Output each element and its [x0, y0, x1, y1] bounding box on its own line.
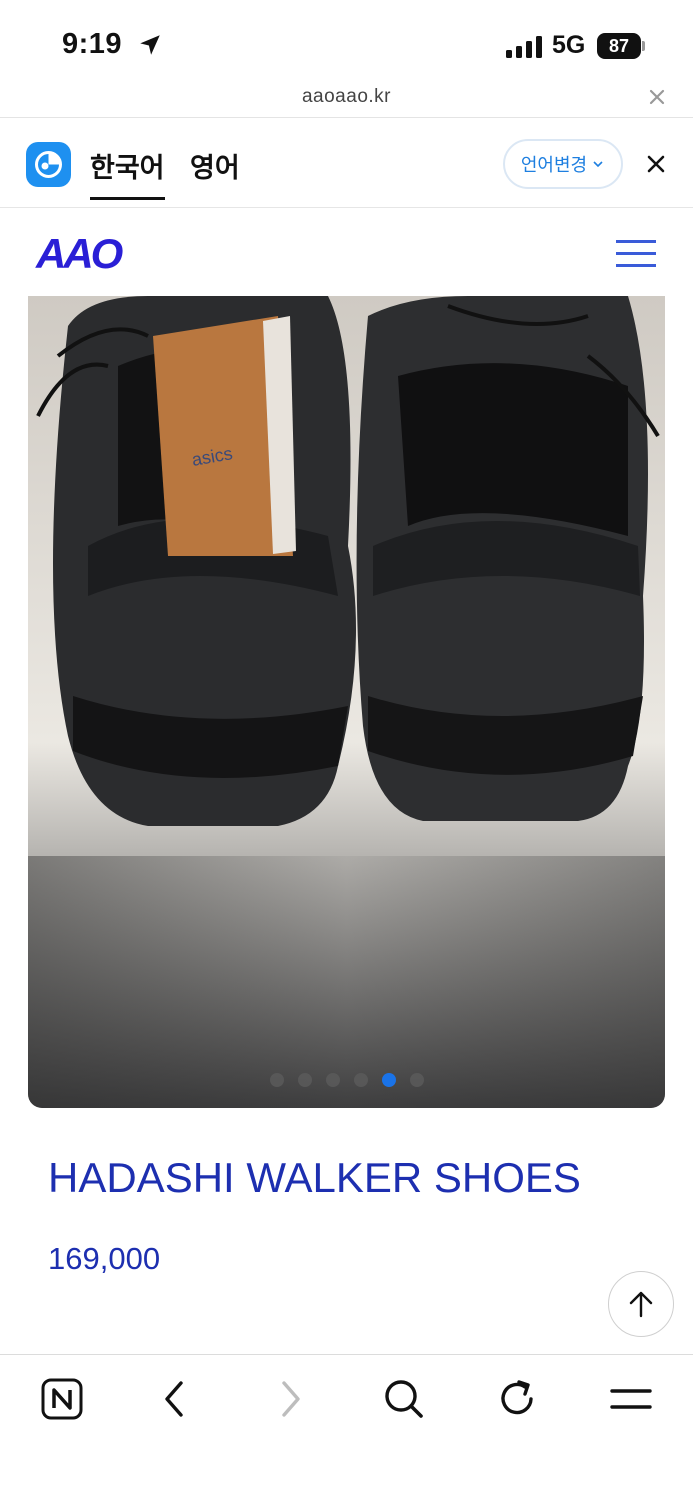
papago-translate-icon[interactable]	[26, 142, 71, 187]
carousel-dots	[28, 1073, 665, 1087]
battery-icon: 87	[597, 33, 645, 59]
search-icon[interactable]	[382, 1377, 426, 1421]
location-arrow-icon	[140, 35, 160, 55]
carousel-dot[interactable]	[409, 1073, 424, 1087]
tab-korean[interactable]: 한국어	[90, 146, 165, 200]
status-bar: 9:19 5G 87	[0, 0, 693, 80]
url-bar[interactable]: aaoaao.kr	[0, 80, 693, 118]
change-language-label: 언어변경	[520, 155, 588, 175]
carousel-dot[interactable]	[325, 1073, 340, 1087]
carousel-dot[interactable]	[353, 1073, 368, 1087]
tab-english[interactable]: 영어	[190, 146, 240, 185]
product-name: HADASHI WALKER SHOES	[48, 1154, 581, 1201]
status-time: 9:19	[62, 28, 123, 60]
scroll-to-top-button[interactable]	[608, 1271, 674, 1337]
menu-icon[interactable]	[609, 1377, 653, 1421]
hamburger-menu-icon[interactable]	[616, 240, 656, 267]
battery-level: 87	[597, 33, 641, 59]
arrow-up-icon	[629, 1291, 653, 1318]
chevron-down-icon	[593, 161, 603, 168]
naver-home-icon[interactable]	[40, 1377, 84, 1421]
url-text[interactable]: aaoaao.kr	[0, 86, 693, 108]
signal-bars-icon	[506, 36, 542, 58]
change-language-button[interactable]: 언어변경	[503, 139, 623, 189]
bottom-toolbar	[0, 1354, 693, 1500]
forward-arrow-icon[interactable]	[268, 1377, 312, 1421]
site-header: AAO	[0, 208, 693, 296]
translate-bar: 한국어 영어 언어변경	[0, 119, 693, 208]
carousel-dot[interactable]	[269, 1073, 284, 1087]
carousel-dot[interactable]	[381, 1073, 396, 1087]
product-image-carousel[interactable]: asics	[28, 296, 665, 1108]
carousel-dot[interactable]	[297, 1073, 312, 1087]
product-price: 169,000	[48, 1241, 161, 1276]
back-arrow-icon[interactable]	[153, 1377, 197, 1421]
refresh-icon[interactable]	[495, 1377, 539, 1421]
close-icon[interactable]	[645, 85, 669, 109]
site-logo[interactable]: AAO	[36, 230, 123, 278]
network-type: 5G	[552, 31, 586, 59]
close-icon[interactable]	[643, 151, 669, 177]
product-photo: asics	[28, 296, 665, 1108]
